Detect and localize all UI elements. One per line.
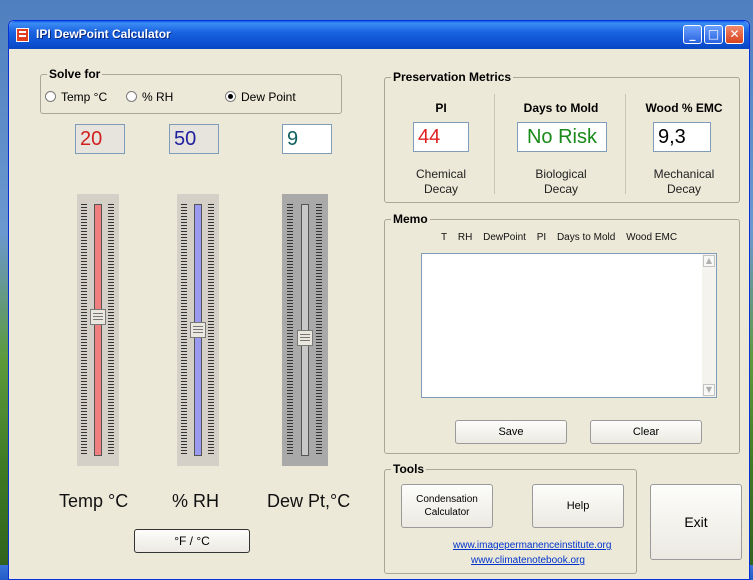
- solve-for-label: Solve for: [47, 67, 103, 81]
- wood-emc-heading: Wood % EMC: [645, 101, 723, 115]
- dew-point-slider[interactable]: [282, 194, 328, 466]
- exit-button[interactable]: Exit: [650, 484, 742, 560]
- temp-slider[interactable]: [77, 194, 119, 466]
- window-title: IPI DewPoint Calculator: [36, 27, 171, 41]
- app-window: IPI DewPoint Calculator _ □ ✕ Solve for …: [8, 20, 750, 580]
- window-client: Solve for Temp °C % RH Dew Point 20 50 9: [12, 49, 746, 579]
- clear-button[interactable]: Clear: [590, 420, 702, 444]
- days-to-mold-sub-line1: Biological: [535, 167, 587, 181]
- rh-slider-label: % RH: [172, 491, 220, 511]
- metrics-divider-2: [625, 94, 626, 194]
- memo-col-dewpoint: DewPoint: [483, 232, 526, 243]
- rh-value[interactable]: 50: [169, 124, 219, 154]
- memo-scrollbar[interactable]: ▲ ▼: [702, 254, 716, 397]
- help-button[interactable]: Help: [532, 484, 624, 528]
- dew-point-ticks-left: [287, 204, 293, 456]
- wood-emc-sub-line2: Decay: [666, 182, 701, 196]
- radio-dew-point[interactable]: Dew Point: [225, 90, 296, 104]
- radio-dew-point-label: Dew Point: [241, 90, 296, 104]
- memo-col-rh: RH: [457, 232, 473, 243]
- memo-columns: T RH DewPoint PI Days to Mold Wood EMC: [441, 232, 685, 243]
- dew-point-ticks-right: [316, 204, 322, 456]
- rh-slider[interactable]: [177, 194, 219, 466]
- radio-rh-dot: [126, 91, 137, 102]
- title-bar[interactable]: IPI DewPoint Calculator _ □ ✕: [9, 21, 749, 49]
- wood-emc-value: 9,3: [653, 122, 711, 152]
- radio-rh-label: % RH: [142, 90, 174, 104]
- rh-slider-thumb[interactable]: [190, 322, 206, 338]
- radio-rh[interactable]: % RH: [126, 90, 173, 104]
- minimize-button[interactable]: _: [683, 25, 702, 44]
- tools-label: Tools: [391, 462, 427, 476]
- preservation-metrics-label: Preservation Metrics: [391, 70, 514, 84]
- days-to-mold-value: No Risk: [517, 122, 607, 152]
- radio-temp-dot: [45, 91, 56, 102]
- preservation-metrics-group: Preservation Metrics PI 44 Chemical Deca…: [384, 70, 740, 203]
- dew-point-slider-label: Dew Pt,°C: [267, 491, 351, 511]
- pi-sub: Chemical Decay: [393, 167, 489, 197]
- wood-emc-sub-line1: Mechanical: [653, 167, 715, 181]
- unit-toggle-button[interactable]: °F / °C: [134, 529, 250, 553]
- memo-label: Memo: [391, 212, 430, 226]
- condensation-calculator-button[interactable]: Condensation Calculator: [401, 484, 493, 528]
- radio-temp[interactable]: Temp °C: [45, 90, 107, 104]
- temp-track: [94, 204, 102, 456]
- pi-heading: PI: [435, 101, 447, 115]
- temp-slider-thumb[interactable]: [90, 309, 106, 325]
- close-button[interactable]: ✕: [725, 25, 744, 44]
- memo-col-pi: PI: [536, 232, 547, 243]
- rh-ticks-right: [208, 204, 214, 456]
- radio-temp-label: Temp °C: [61, 90, 108, 104]
- wood-emc-sub: Mechanical Decay: [629, 167, 739, 197]
- rh-ticks-left: [181, 204, 187, 456]
- maximize-button[interactable]: □: [704, 25, 723, 44]
- days-to-mold-heading: Days to Mold: [523, 101, 599, 115]
- scroll-up-icon[interactable]: ▲: [703, 255, 715, 267]
- days-to-mold-sub: Biological Decay: [497, 167, 625, 197]
- temp-value[interactable]: 20: [75, 124, 125, 154]
- memo-group: Memo T RH DewPoint PI Days to Mold Wood …: [384, 212, 740, 454]
- temp-ticks-right: [108, 204, 114, 456]
- dew-point-value[interactable]: 9: [282, 124, 332, 154]
- climatenotebook-link[interactable]: www.climatenotebook.org: [471, 555, 585, 566]
- memo-col-t: T: [441, 232, 448, 243]
- tools-group: Tools Condensation Calculator Help www.i…: [384, 462, 637, 574]
- scroll-down-icon[interactable]: ▼: [703, 384, 715, 396]
- memo-col-wood-emc: Wood EMC: [626, 232, 678, 243]
- ipi-link[interactable]: www.imagepermanenceinstitute.org: [453, 540, 611, 551]
- temp-ticks-left: [81, 204, 87, 456]
- dew-point-slider-thumb[interactable]: [297, 330, 313, 346]
- app-icon: [16, 28, 29, 42]
- pi-value: 44: [413, 122, 469, 152]
- temp-slider-label: Temp °C: [59, 491, 129, 511]
- pi-sub-line2: Decay: [423, 182, 458, 196]
- pi-sub-line1: Chemical: [415, 167, 466, 181]
- memo-col-days-to-mold: Days to Mold: [556, 232, 616, 243]
- metrics-divider-1: [494, 94, 495, 194]
- radio-dew-point-dot: [225, 91, 236, 102]
- days-to-mold-sub-line2: Decay: [543, 182, 578, 196]
- save-button[interactable]: Save: [455, 420, 567, 444]
- memo-textarea[interactable]: ▲ ▼: [421, 253, 717, 398]
